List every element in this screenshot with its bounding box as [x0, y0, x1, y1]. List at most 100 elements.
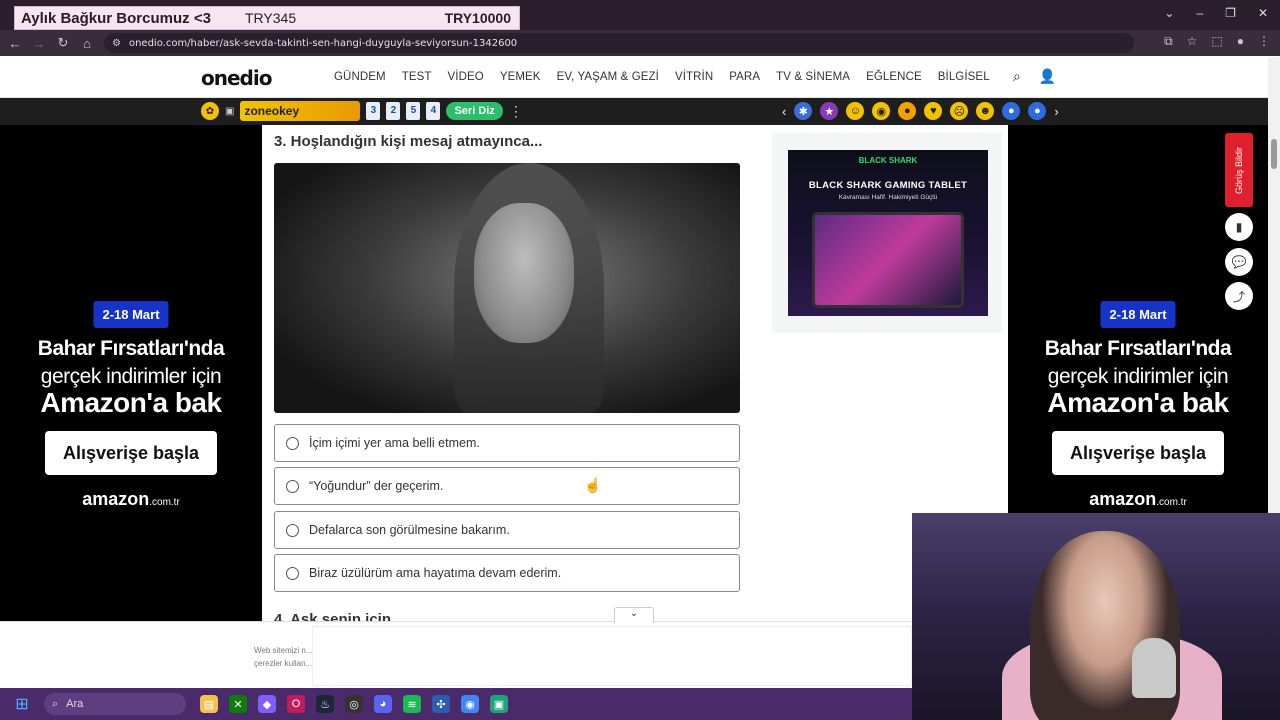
- ad-shop-button[interactable]: Alışverişe başla: [45, 431, 217, 475]
- minimize-icon[interactable]: –: [1196, 6, 1203, 20]
- reaction-icon[interactable]: ☹: [950, 102, 969, 120]
- main-nav: GÜNDEM TEST VİDEO YEMEK EV, YAŞAM & GEZİ…: [334, 71, 1006, 83]
- radio-button[interactable]: [286, 479, 299, 493]
- bookmark-star-icon[interactable]: ☆: [1187, 34, 1198, 49]
- ad-headline: Bahar Fırsatları'nda: [37, 337, 225, 360]
- app-icon[interactable]: ▣: [490, 695, 508, 713]
- reaction-icon[interactable]: ●: [898, 102, 917, 120]
- left-side-ad[interactable]: 2-18 Mart Bahar Fırsatları'nda gerçek in…: [0, 125, 262, 621]
- image-figure-face: [474, 203, 574, 343]
- browser-address-bar: ← → ↻ ⌂ ⚙ onedio.com/haber/ask-sevda-tak…: [0, 30, 1280, 56]
- taskbar-search-label: Ara: [66, 698, 84, 710]
- url-text: onedio.com/haber/ask-sevda-takinti-sen-h…: [128, 37, 518, 49]
- nav-item-para[interactable]: PARA: [729, 71, 760, 83]
- answer-option[interactable]: “Yoğundur” der geçerim.: [274, 467, 740, 505]
- seri-diz-button[interactable]: Seri Diz: [446, 102, 503, 120]
- user-icon[interactable]: 👤: [1039, 68, 1056, 85]
- url-field[interactable]: ⚙ onedio.com/haber/ask-sevda-takinti-sen…: [104, 33, 1134, 53]
- ad-date-badge: 2-18 Mart: [1100, 301, 1176, 328]
- browser-menu-icon[interactable]: ⋮: [1258, 34, 1270, 49]
- reaction-icon[interactable]: ♥: [924, 102, 943, 120]
- xbox-icon[interactable]: ✕: [229, 695, 247, 713]
- gamepad-icon[interactable]: ▣: [225, 106, 234, 117]
- question-title: 3. Hoşlandığın kişi mesaj atmayınca...: [274, 133, 543, 150]
- nav-item-bilgisel[interactable]: BİLGİSEL: [938, 71, 990, 83]
- spotify-icon[interactable]: ≋: [403, 695, 421, 713]
- scrollbar-thumb[interactable]: [1271, 139, 1277, 169]
- close-icon[interactable]: ✕: [1258, 6, 1268, 20]
- copilot-icon[interactable]: ◆: [258, 695, 276, 713]
- games-logo-icon[interactable]: ✿: [201, 102, 219, 120]
- reaction-icon[interactable]: ☺: [846, 102, 865, 120]
- donation-current-amount: TRY345: [245, 10, 297, 26]
- reaction-icon[interactable]: ☻: [976, 102, 995, 120]
- nav-item-yemek[interactable]: YEMEK: [500, 71, 541, 83]
- answer-label: “Yoğundur” der geçerim.: [309, 479, 444, 493]
- reaction-icon[interactable]: ★: [820, 102, 839, 120]
- black-shark-ad[interactable]: BLACK SHARK BLACK SHARK GAMING TABLET Ka…: [788, 150, 988, 316]
- profile-avatar-icon[interactable]: ●: [1237, 34, 1244, 49]
- games-strip-left: ✿ ▣ zoneokey 3 2 5 4 Seri Diz ⋮: [201, 101, 523, 121]
- app-icon[interactable]: ✣: [432, 695, 450, 713]
- bookmark-icon[interactable]: ▮: [1225, 213, 1253, 241]
- app-icon[interactable]: ◎: [345, 695, 363, 713]
- answer-label: İçim içimi yer ama belli etmem.: [309, 436, 480, 450]
- nav-item-video[interactable]: VİDEO: [448, 71, 484, 83]
- site-header: onedio GÜNDEM TEST VİDEO YEMEK EV, YAŞAM…: [0, 57, 1268, 98]
- reaction-icon[interactable]: ◉: [872, 102, 891, 120]
- okey-tile[interactable]: 2: [386, 102, 401, 120]
- radio-button[interactable]: [286, 436, 299, 450]
- nav-item-tv-sinema[interactable]: TV & SİNEMA: [776, 71, 850, 83]
- nav-item-vitrin[interactable]: VİTRİN: [675, 71, 713, 83]
- amazon-logo: amazon.com.tr: [1008, 489, 1268, 510]
- search-icon[interactable]: ⌕: [1013, 68, 1021, 85]
- forward-icon[interactable]: →: [27, 31, 51, 55]
- chevron-down-icon[interactable]: ⌄: [1164, 6, 1174, 20]
- windows-start-icon[interactable]: ⊞: [12, 694, 32, 714]
- extensions-icon[interactable]: ⬚: [1211, 34, 1222, 49]
- answer-option[interactable]: İçim içimi yer ama belli etmem.: [274, 424, 740, 462]
- maximize-icon[interactable]: ❐: [1225, 6, 1236, 20]
- opera-icon[interactable]: O: [287, 695, 305, 713]
- steam-icon[interactable]: ♨: [316, 695, 334, 713]
- nav-item-ev-yasam-gezi[interactable]: EV, YAŞAM & GEZİ: [557, 71, 659, 83]
- okey-tile[interactable]: 3: [366, 102, 381, 120]
- chevron-down-icon[interactable]: ⌄: [614, 607, 654, 623]
- reaction-icon[interactable]: ●: [1002, 102, 1021, 120]
- chrome-icon[interactable]: ◉: [461, 695, 479, 713]
- sidebar-ad[interactable]: BLACK SHARK BLACK SHARK GAMING TABLET Ka…: [772, 133, 1002, 333]
- okey-tile[interactable]: 4: [426, 102, 441, 120]
- answer-option[interactable]: Defalarca son görülmesine bakarım.: [274, 511, 740, 549]
- home-icon[interactable]: ⌂: [75, 31, 99, 55]
- nav-item-test[interactable]: TEST: [402, 71, 432, 83]
- answer-option[interactable]: Biraz üzülürüm ama hayatıma devam ederim…: [274, 554, 740, 592]
- site-info-icon[interactable]: ⚙: [112, 38, 121, 49]
- discord-icon[interactable]: ◕: [374, 695, 392, 713]
- chevron-right-icon[interactable]: ›: [1054, 104, 1058, 119]
- radio-button[interactable]: [286, 566, 299, 580]
- comments-icon[interactable]: 💬: [1225, 248, 1253, 276]
- install-app-icon[interactable]: ⧉: [1164, 34, 1173, 49]
- nav-item-eglence[interactable]: EĞLENCE: [866, 71, 922, 83]
- ad-cta-text: Amazon'a bak: [40, 387, 222, 418]
- okey-tile[interactable]: 5: [406, 102, 421, 120]
- chevron-left-icon[interactable]: ‹: [782, 104, 786, 119]
- site-logo[interactable]: onedio: [201, 66, 272, 90]
- windows-taskbar: ⊞ ⌕ Ara ▤ ✕ ◆ O ♨ ◎ ◕ ≋ ✣ ◉ ▣: [0, 688, 912, 720]
- share-icon[interactable]: ⤴: [1225, 282, 1253, 310]
- reaction-icon[interactable]: ✱: [794, 102, 813, 120]
- taskbar-search[interactable]: ⌕ Ara: [44, 693, 186, 715]
- more-games-icon[interactable]: ⋮: [509, 103, 523, 120]
- back-icon[interactable]: ←: [3, 31, 27, 55]
- radio-button[interactable]: [286, 523, 299, 537]
- nav-item-gundem[interactable]: GÜNDEM: [334, 71, 386, 83]
- ad-subline: gerçek indirimler için: [40, 365, 222, 388]
- reload-icon[interactable]: ↻: [51, 31, 75, 55]
- answer-label: Biraz üzülürüm ama hayatıma devam ederim…: [309, 566, 562, 580]
- answer-label: Defalarca son görülmesine bakarım.: [309, 523, 510, 537]
- feedback-button[interactable]: Görüş Bildir: [1225, 133, 1253, 207]
- ad-shop-button[interactable]: Alışverişe başla: [1052, 431, 1224, 475]
- zoneokey-banner[interactable]: zoneokey: [240, 101, 361, 121]
- file-explorer-icon[interactable]: ▤: [200, 695, 218, 713]
- reaction-icon[interactable]: ●: [1028, 102, 1047, 120]
